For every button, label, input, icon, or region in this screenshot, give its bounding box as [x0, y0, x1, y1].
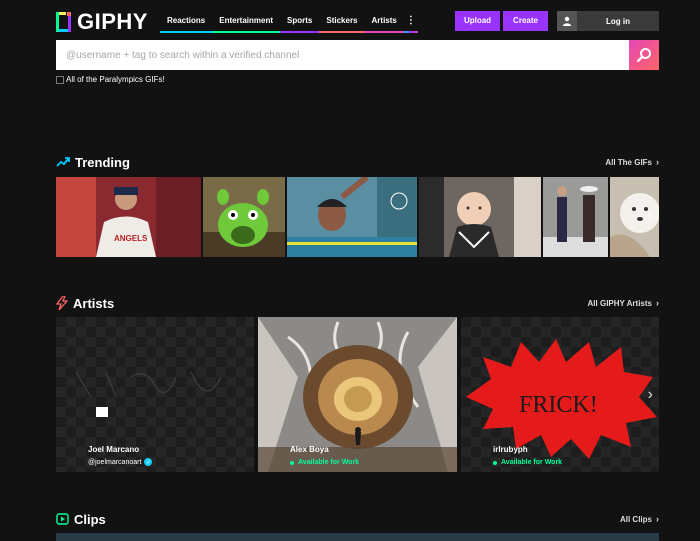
chevron-right-icon: ›: [656, 298, 659, 308]
search-input[interactable]: [56, 40, 629, 70]
all-clips-link[interactable]: All Clips ›: [620, 514, 659, 524]
frick-art-text: FRICK!: [519, 392, 598, 418]
artist-card[interactable]: Joel Marcano @joelmarcanoart ✓: [56, 317, 254, 472]
search-bar: [56, 40, 659, 70]
nav-label: Entertainment: [219, 16, 274, 25]
available-dot-icon: [290, 460, 294, 465]
clips-header: Clips All Clips ›: [56, 510, 659, 528]
search-icon: [636, 48, 651, 63]
artist-handle-row: @joelmarcanoart ✓: [88, 458, 153, 466]
artists-title: Artists: [73, 295, 115, 311]
chevron-right-icon: ›: [656, 514, 659, 524]
nav-reactions[interactable]: Reactions: [160, 11, 213, 33]
artist-name: irlrubyph: [493, 445, 528, 454]
clips-icon: [56, 513, 69, 525]
trending-gif-baseball[interactable]: ANGELS: [56, 177, 201, 257]
trending-gif-cowboy[interactable]: [543, 177, 608, 257]
login-label: Log in: [606, 16, 630, 26]
chevron-right-icon: ›: [656, 157, 659, 167]
all-artists-link[interactable]: All GIPHY Artists ›: [588, 298, 659, 308]
main-nav: Reactions Entertainment Sports Stickers …: [160, 11, 418, 33]
upload-button[interactable]: Upload: [455, 11, 500, 31]
artist-status: Available for Work: [493, 459, 562, 466]
carousel-next-icon[interactable]: ›: [648, 386, 653, 404]
available-label: Available for Work: [298, 459, 360, 466]
nav-label: Stickers: [326, 16, 358, 25]
create-button[interactable]: Create: [503, 11, 548, 31]
giphy-logo-icon: [56, 12, 71, 32]
trending-gif-baby[interactable]: [419, 177, 541, 257]
nav-label: Reactions: [167, 16, 206, 25]
artists-carousel: Joel Marcano @joelmarcanoart ✓ Alex Boya…: [56, 317, 659, 472]
all-clips-label: All Clips: [619, 514, 652, 524]
nav-artists[interactable]: Artists: [364, 11, 404, 33]
login-button[interactable]: Log in: [557, 11, 659, 31]
artist-name: Joel Marcano: [88, 445, 140, 454]
broken-image-icon: [56, 75, 64, 84]
artist-status: Available for Work: [290, 459, 359, 466]
artist-card[interactable]: FRICK! irlrubyph Available for Work ›: [461, 317, 659, 472]
svg-text:ANGELS: ANGELS: [114, 234, 148, 243]
clips-carousel: [56, 533, 659, 541]
trending-up-icon: [56, 157, 70, 167]
artist-name: Alex Boya: [290, 445, 329, 454]
trending-header: Trending All The GIFs ›: [56, 153, 659, 171]
lightning-icon: [56, 296, 68, 310]
clips-title: Clips: [74, 511, 106, 527]
trending-gif-paralympics-swimmer[interactable]: [287, 177, 417, 257]
available-label: Available for Work: [501, 459, 563, 466]
trending-carousel: ANGELS ›: [56, 177, 659, 257]
trending-title: Trending: [75, 154, 130, 170]
carousel-next-icon[interactable]: ›: [648, 208, 653, 226]
all-artists-label: All GIPHY Artists: [587, 298, 652, 308]
available-dot-icon: [493, 460, 497, 465]
artists-header: Artists All GIPHY Artists ›: [56, 294, 659, 312]
artist-card[interactable]: Alex Boya Available for Work: [258, 317, 457, 472]
banner-alt-text: All of the Paralympics GIFs!: [66, 75, 165, 84]
all-gifs-label: All The GIFs: [605, 157, 652, 167]
artist-handle: @joelmarcanoart: [88, 458, 142, 466]
logo-text: GIPHY: [77, 9, 148, 34]
user-icon: [557, 11, 577, 31]
all-gifs-link[interactable]: All The GIFs ›: [605, 157, 659, 167]
nav-label: Sports: [287, 16, 313, 25]
more-vertical-icon: ⋮: [405, 15, 416, 26]
giphy-logo[interactable]: GIPHY: [56, 9, 148, 34]
search-button[interactable]: [629, 40, 659, 70]
nav-entertainment[interactable]: Entertainment: [212, 11, 281, 33]
nav-more-button[interactable]: ⋮: [403, 11, 418, 33]
available-for-work-badge: Available for Work: [290, 459, 359, 466]
nav-sports[interactable]: Sports: [280, 11, 320, 33]
trending-gif-angry-bird[interactable]: [203, 177, 285, 257]
nav-stickers[interactable]: Stickers: [319, 11, 365, 33]
nav-label: Artists: [371, 16, 397, 25]
verified-icon: ✓: [144, 458, 153, 466]
paralympics-banner[interactable]: All of the Paralympics GIFs!: [56, 75, 165, 84]
available-for-work-badge: Available for Work: [493, 459, 562, 466]
